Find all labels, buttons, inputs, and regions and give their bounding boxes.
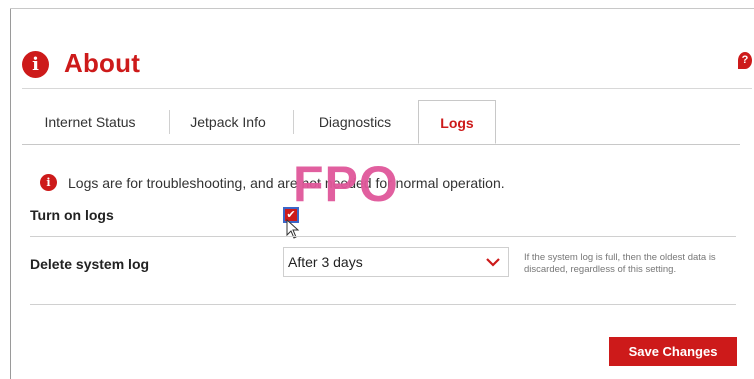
tab-jetpack-info[interactable]: Jetpack Info: [170, 100, 286, 144]
fpo-overlay: FPO: [293, 156, 399, 212]
delete-system-log-label: Delete system log: [30, 256, 150, 272]
chevron-down-icon: [486, 258, 500, 267]
notice-text: Logs are for troubleshooting, and are no…: [68, 175, 505, 191]
row-divider: [30, 304, 736, 305]
turn-on-logs-label: Turn on logs: [30, 207, 114, 223]
delete-log-helper-text: If the system log is full, then the olde…: [524, 252, 716, 275]
tab-bar: Internet Status Jetpack Info Diagnostics…: [22, 100, 740, 145]
panel-left-border: [10, 8, 11, 379]
row-divider: [30, 236, 736, 237]
info-icon: i: [22, 51, 49, 78]
select-value: After 3 days: [288, 254, 363, 270]
tab-diagnostics[interactable]: Diagnostics: [294, 100, 416, 144]
page-title: About: [64, 48, 141, 78]
help-icon[interactable]: ?: [738, 52, 752, 69]
panel-top-border: [10, 8, 754, 9]
save-changes-button[interactable]: Save Changes: [609, 337, 737, 366]
alert-icon: i: [40, 174, 57, 191]
tab-internet-status[interactable]: Internet Status: [22, 100, 158, 144]
page-header: i About ?: [22, 44, 752, 89]
delete-system-log-select[interactable]: After 3 days: [283, 247, 509, 277]
tab-logs[interactable]: Logs: [418, 100, 496, 144]
